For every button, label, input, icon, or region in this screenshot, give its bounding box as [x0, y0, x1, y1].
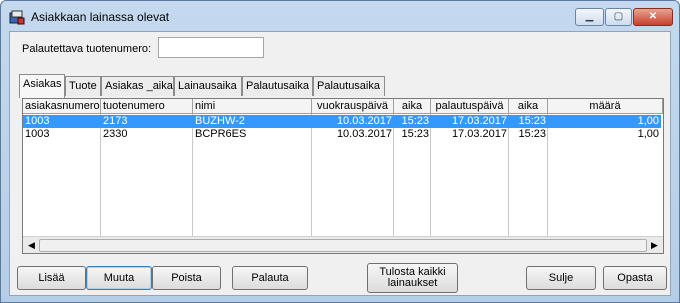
tab-tuote[interactable]: Tuote — [65, 76, 101, 96]
cell-aika: 15:23 — [401, 128, 429, 140]
table-header: asiakasnumero tuotenumero nimi vuokrausp… — [23, 99, 663, 115]
column-header-tuotenumero[interactable]: tuotenumero — [101, 99, 193, 114]
tab-lainausaika[interactable]: Lainausaika — [174, 76, 242, 96]
horizontal-scrollbar[interactable]: ◀ ▶ — [23, 236, 663, 253]
column-header-maara[interactable]: määrä — [548, 99, 663, 114]
cell-nimi: BCPR6ES — [195, 128, 247, 140]
cell-aika: 15:23 — [401, 115, 429, 127]
tab-palautusaika[interactable]: Palautusaika — [242, 76, 313, 96]
app-window-icon — [9, 9, 25, 25]
close-button[interactable]: Sulje — [526, 266, 596, 290]
cell-asiakasnumero: 1003 — [25, 128, 50, 140]
column-header-aika[interactable]: aika — [394, 99, 431, 114]
tab-asiakas-aika[interactable]: Asiakas _aika — [101, 76, 174, 96]
edit-button[interactable]: Muuta — [86, 266, 152, 290]
column-header-nimi[interactable]: nimi — [193, 99, 312, 114]
scroll-left-icon[interactable]: ◀ — [24, 238, 39, 253]
cell-tuotenumero: 2173 — [103, 115, 128, 127]
loans-table[interactable]: asiakasnumero tuotenumero nimi vuokrausp… — [22, 98, 664, 254]
cell-aika-2: 15:23 — [518, 128, 546, 140]
cell-palautuspaiva: 17.03.2017 — [451, 115, 507, 127]
tab-palautusaika-2[interactable]: Palautusaika — [313, 76, 385, 96]
cell-palautuspaiva: 17.03.2017 — [451, 128, 507, 140]
cell-aika-2: 15:23 — [518, 115, 546, 127]
window-title: Asiakkaan lainassa olevat — [31, 10, 170, 24]
add-button[interactable]: Lisää — [17, 266, 86, 290]
column-header-vuokrauspaiva[interactable]: vuokrauspäivä — [312, 99, 394, 114]
client-area: Palautettava tuotenumero: Asiakas Tuote … — [9, 31, 671, 296]
print-all-loans-button[interactable]: Tulosta kaikki lainaukset — [367, 263, 458, 293]
cell-asiakasnumero: 1003 — [25, 115, 50, 127]
table-row[interactable]: 1003 2330 BCPR6ES 10.03.2017 15:23 17.03… — [23, 128, 661, 141]
scroll-thumb[interactable] — [39, 239, 647, 252]
cell-vuokrauspaiva: 10.03.2017 — [336, 115, 392, 127]
cell-maara: 1,00 — [637, 128, 659, 140]
close-icon[interactable]: ✕ — [633, 8, 673, 26]
cell-vuokrauspaiva: 10.03.2017 — [336, 128, 392, 140]
scroll-right-icon[interactable]: ▶ — [647, 238, 662, 253]
product-number-input[interactable] — [158, 37, 264, 58]
return-button[interactable]: Palauta — [232, 266, 308, 290]
delete-button[interactable]: Poista — [152, 266, 221, 290]
search-label: Palautettava tuotenumero: — [22, 43, 152, 55]
tab-asiakas[interactable]: Asiakas — [19, 74, 65, 98]
main-window: Asiakkaan lainassa olevat ▁ ▢ ✕ Palautet… — [0, 0, 680, 303]
table-row[interactable]: 1003 2173 BUZHW-2 10.03.2017 15:23 17.03… — [23, 115, 661, 128]
title-bar[interactable]: Asiakkaan lainassa olevat ▁ ▢ ✕ — [1, 1, 679, 31]
cell-maara: 1,00 — [637, 115, 659, 127]
print-all-line1: Tulosta kaikki — [379, 266, 446, 278]
maximize-icon[interactable]: ▢ — [605, 8, 632, 26]
cell-nimi: BUZHW-2 — [195, 115, 245, 127]
help-button[interactable]: Opasta — [603, 266, 667, 290]
column-header-asiakasnumero[interactable]: asiakasnumero — [23, 99, 101, 114]
minimize-icon[interactable]: ▁ — [575, 8, 604, 26]
cell-tuotenumero: 2330 — [103, 128, 128, 140]
column-header-palautuspaiva[interactable]: palautuspäivä — [431, 99, 509, 114]
print-all-line2: lainaukset — [387, 277, 438, 289]
column-header-aika-2[interactable]: aika — [509, 99, 548, 114]
